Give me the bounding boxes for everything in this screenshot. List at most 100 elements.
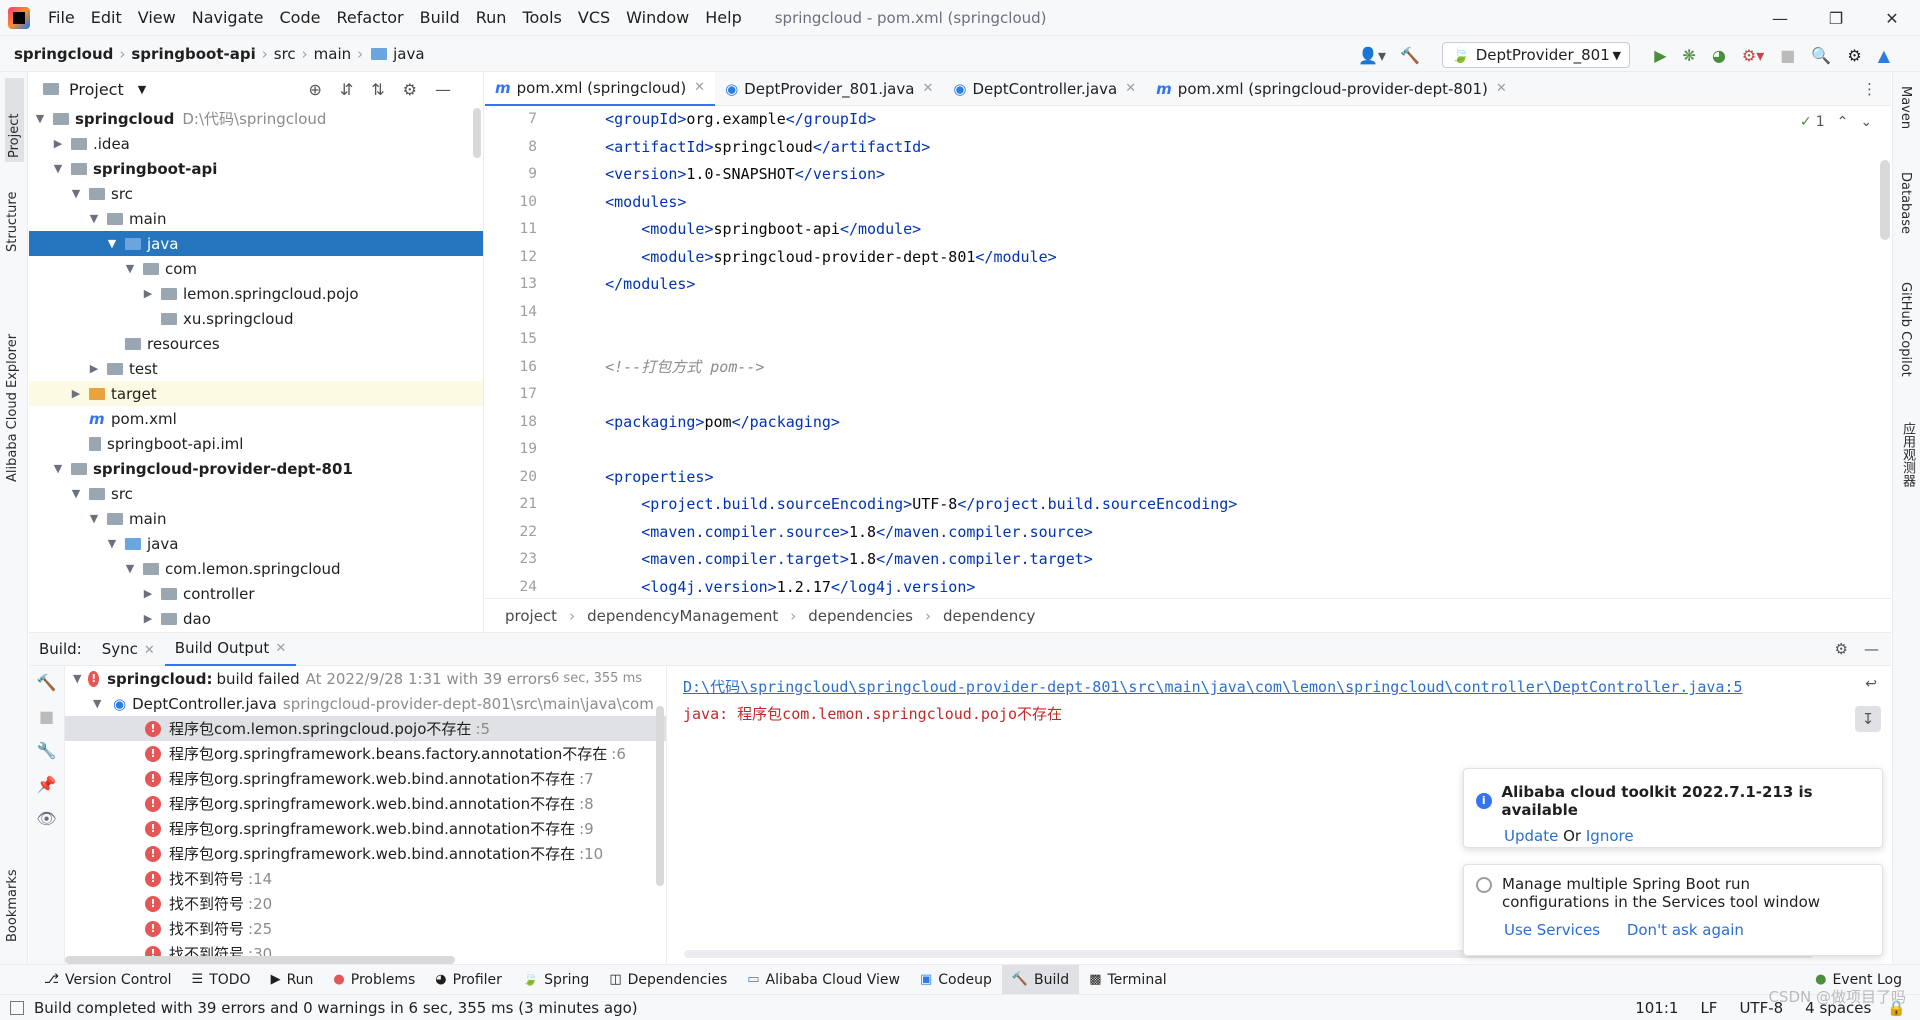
tree-item[interactable]: ▼ main <box>29 206 483 231</box>
tool-build[interactable]: 🔨 Build <box>1001 964 1080 995</box>
gear-icon[interactable]: ⚙ <box>1835 640 1848 658</box>
close-icon[interactable]: ✕ <box>1864 9 1920 28</box>
tree-item[interactable]: ▼ src <box>29 181 483 206</box>
tab-deptcontroller[interactable]: ◉ DeptController.java ✕ <box>943 72 1146 106</box>
update-link[interactable]: Update <box>1504 827 1558 845</box>
tab-pom-springcloud[interactable]: m pom.xml (springcloud) ✕ <box>485 71 716 106</box>
dont-ask-again-link[interactable]: Don't ask again <box>1627 921 1744 939</box>
breadcrumb-src[interactable]: src <box>274 45 296 63</box>
hammer-build-icon[interactable]: 🔨 <box>29 666 64 700</box>
tool-tab-bookmarks[interactable]: Bookmarks <box>5 862 20 942</box>
horizontal-scrollbar[interactable] <box>65 956 455 964</box>
tool-codeup[interactable]: ▣ Codeup <box>910 965 1002 995</box>
tab-build-output[interactable]: Build Output ✕ <box>164 632 297 666</box>
tree-item[interactable]: ▶ .idea <box>29 131 483 156</box>
chevron-up-icon[interactable]: ⌃ <box>1837 114 1849 130</box>
line-separator[interactable]: LF <box>1700 999 1717 1017</box>
close-tab-icon[interactable]: ✕ <box>275 641 286 656</box>
tool-tab-alibaba-cloud-explorer[interactable]: Alibaba Cloud Explorer <box>5 282 20 482</box>
error-row[interactable]: ! 程序包com.lemon.springcloud.pojo不存在:5 <box>65 716 666 741</box>
tree-item[interactable]: ▶ target <box>29 381 483 406</box>
expand-all-icon[interactable]: ⇵ <box>340 80 371 99</box>
hammer-build-icon[interactable]: 🔨 <box>1400 46 1420 65</box>
tool-version-control[interactable]: ⎇ Version Control <box>34 965 182 995</box>
menu-vcs[interactable]: VCS <box>570 8 618 27</box>
crumb-dependency-management[interactable]: dependencyManagement <box>587 607 778 625</box>
error-row[interactable]: ! 程序包org.springframework.beans.factory.an… <box>65 741 666 766</box>
tool-problems[interactable]: ● Problems <box>323 965 425 995</box>
crosshair-icon[interactable]: ⊕ <box>308 80 339 99</box>
tree-item[interactable]: ▶ test <box>29 356 483 381</box>
breadcrumb-module[interactable]: springboot-api <box>131 45 255 63</box>
tree-item[interactable]: ▼ springboot-api <box>29 156 483 181</box>
scroll-to-end-icon[interactable]: ↧ <box>1855 706 1881 732</box>
tree-item[interactable]: ▼ java <box>29 531 483 556</box>
tool-alibaba-cloud-view[interactable]: ▭ Alibaba Cloud View <box>737 965 910 995</box>
crumb-project[interactable]: project <box>505 607 557 625</box>
tree-scrollbar[interactable] <box>473 108 481 158</box>
project-panel-title[interactable]: Project <box>69 80 124 99</box>
tool-terminal[interactable]: ▩ Terminal <box>1079 965 1176 995</box>
tool-tab-structure[interactable]: Structure <box>5 172 20 252</box>
menu-run[interactable]: Run <box>468 8 515 27</box>
tab-deptprovider[interactable]: ◉ DeptProvider_801.java ✕ <box>715 72 943 106</box>
menu-tools[interactable]: Tools <box>514 8 569 27</box>
use-services-link[interactable]: Use Services <box>1504 921 1600 939</box>
stop-icon[interactable]: ■ <box>29 700 64 734</box>
menu-code[interactable]: Code <box>272 8 329 27</box>
tree-item[interactable]: resources <box>29 331 483 356</box>
tree-item[interactable]: ▼ com <box>29 256 483 281</box>
tool-profiler[interactable]: ◕ Profiler <box>425 965 512 995</box>
tool-tab-project[interactable]: Project <box>5 78 24 162</box>
tree-item[interactable]: m pom.xml <box>29 406 483 431</box>
crumb-dependency[interactable]: dependency <box>943 607 1035 625</box>
tool-dependencies[interactable]: ◫ Dependencies <box>599 965 737 995</box>
tree-item[interactable]: ▼ springcloud D:\代码\springcloud <box>29 106 483 131</box>
minimize-icon[interactable]: — <box>1752 9 1808 28</box>
tool-tab-github-copilot[interactable]: GitHub Copilot <box>1898 282 1913 412</box>
tree-item[interactable]: ▼ src <box>29 481 483 506</box>
code-editor[interactable]: <groupId>org.example</groupId> <artifact… <box>569 106 1779 598</box>
status-message[interactable]: Build completed with 39 errors and 0 war… <box>34 999 638 1017</box>
more-tabs-icon[interactable]: ⋮ <box>1862 80 1877 98</box>
gear-icon[interactable]: ⚙ <box>1847 46 1861 65</box>
error-row[interactable]: ! 找不到符号:14 <box>65 866 666 891</box>
close-tab-icon[interactable]: ✕ <box>144 643 155 658</box>
debug-icon[interactable]: ❋ <box>1683 46 1696 65</box>
pin-icon[interactable]: 📌 <box>29 768 64 802</box>
user-icon[interactable]: 👤▾ <box>1358 46 1386 65</box>
tree-item[interactable]: ▶ dao <box>29 606 483 631</box>
tree-item-selected[interactable]: ▼ java <box>29 231 483 256</box>
error-row[interactable]: ! 程序包org.springframework.web.bind.annotat… <box>65 766 666 791</box>
close-tab-icon[interactable]: ✕ <box>922 81 933 96</box>
close-tab-icon[interactable]: ✕ <box>1125 81 1136 96</box>
menu-build[interactable]: Build <box>412 8 468 27</box>
build-summary-row[interactable]: ▼ ! springcloud: build failed At 2022/9/… <box>65 666 666 691</box>
stop-icon[interactable]: ■ <box>1780 46 1795 65</box>
gear-icon[interactable]: ⚙ <box>403 80 435 99</box>
crumb-dependencies[interactable]: dependencies <box>808 607 913 625</box>
tab-sync[interactable]: Sync ✕ <box>92 640 165 658</box>
error-row[interactable]: ! 程序包org.springframework.web.bind.annotat… <box>65 791 666 816</box>
hide-icon[interactable]: — <box>435 80 469 99</box>
vertical-scrollbar[interactable] <box>656 706 664 886</box>
menu-help[interactable]: Help <box>697 8 749 27</box>
tool-tab-app-observer[interactable]: 应用观测器 <box>1898 422 1917 522</box>
tree-item[interactable]: xu.springcloud <box>29 306 483 331</box>
breadcrumb-java[interactable]: java <box>393 45 424 63</box>
menu-refactor[interactable]: Refactor <box>328 8 411 27</box>
error-file-link[interactable]: D:\代码\springcloud\springcloud-provider-d… <box>683 678 1743 696</box>
menu-window[interactable]: Window <box>618 8 697 27</box>
chevron-down-icon[interactable]: ⌄ <box>1860 114 1872 130</box>
run-icon[interactable]: ▶ <box>1654 46 1666 65</box>
error-row[interactable]: ! 程序包org.springframework.web.bind.annotat… <box>65 816 666 841</box>
tool-tab-maven[interactable]: Maven <box>1898 86 1913 156</box>
breadcrumb-main[interactable]: main <box>314 45 351 63</box>
menu-edit[interactable]: Edit <box>83 8 130 27</box>
eye-icon[interactable]: 👁 <box>29 802 64 836</box>
tree-item[interactable]: ▶ lemon.springcloud.pojo <box>29 281 483 306</box>
run-configuration-select[interactable]: 🍃 DeptProvider_801 ▼ <box>1442 42 1630 68</box>
menu-view[interactable]: View <box>130 8 184 27</box>
breadcrumb-project[interactable]: springcloud <box>14 45 113 63</box>
ide-update-icon[interactable]: ▲ <box>1878 46 1890 65</box>
